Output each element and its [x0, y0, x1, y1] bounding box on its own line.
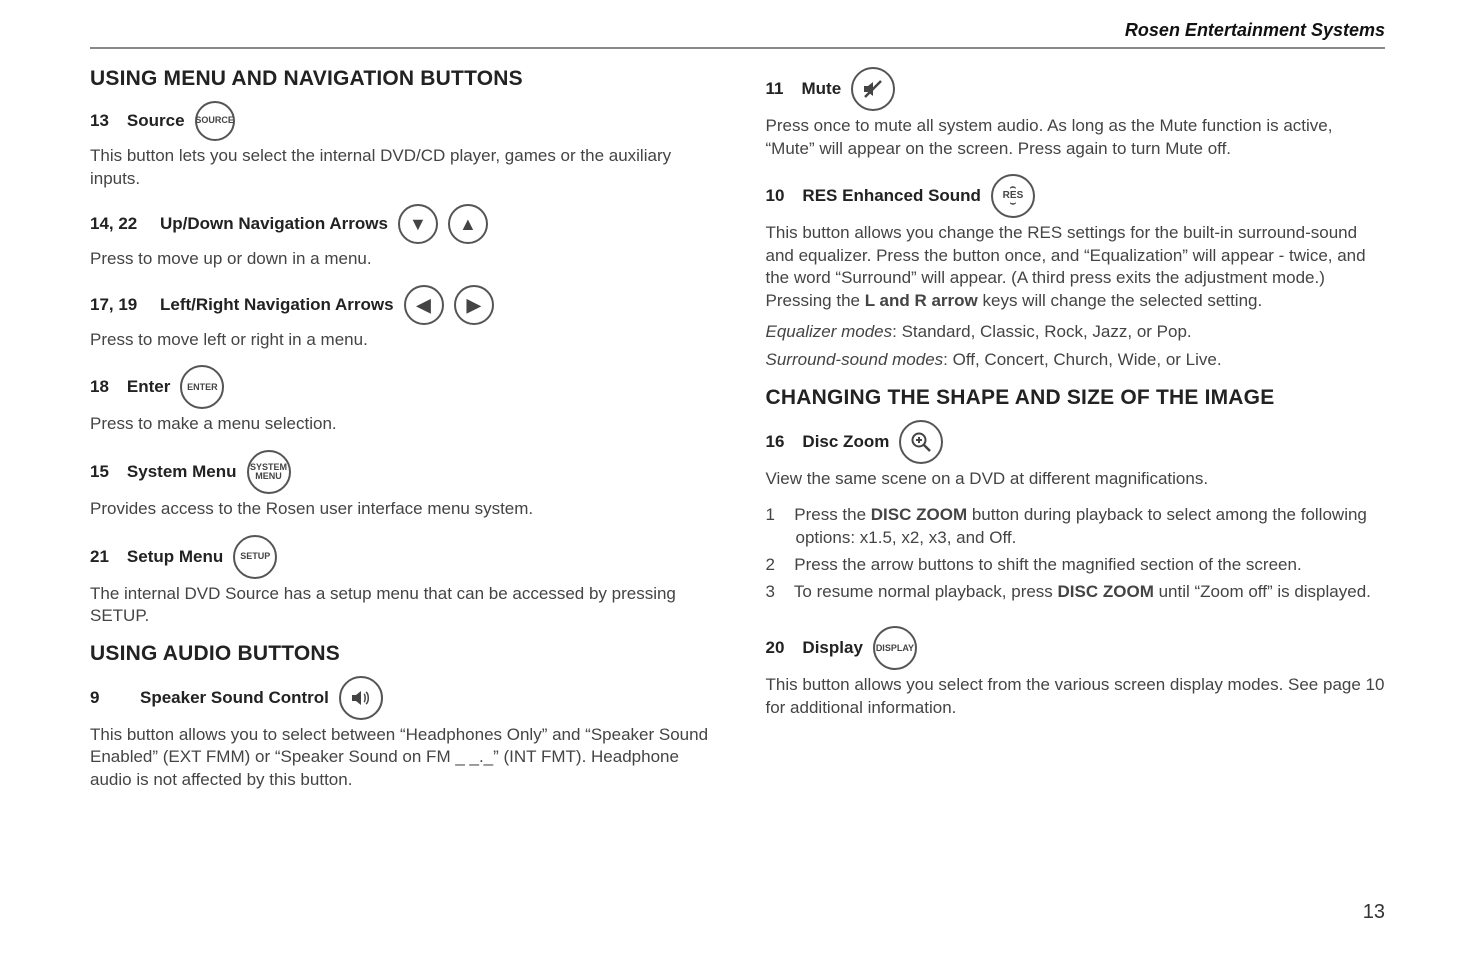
item-enter: 18 Enter ENTER [90, 365, 710, 409]
speaker-icon [349, 686, 373, 710]
magnify-plus-icon [909, 430, 933, 454]
display-button-icon: DISPLAY [873, 626, 917, 670]
item-title: Up/Down Navigation Arrows [160, 214, 388, 234]
left-column: USING MENU AND NAVIGATION BUTTONS 13 Sou… [90, 61, 710, 806]
item-number: 17, 19 [90, 295, 142, 315]
disc-zoom-icon [899, 420, 943, 464]
item-title: Enter [127, 377, 170, 397]
item-body: This button allows you select from the v… [766, 674, 1386, 719]
item-display: 20 Display DISPLAY [766, 626, 1386, 670]
item-title: RES Enhanced Sound [802, 186, 981, 206]
item-system-menu: 15 System Menu SYSTEMMENU [90, 450, 710, 494]
list-item: 3 To resume normal playback, press DISC … [766, 581, 1386, 604]
item-title: Setup Menu [127, 547, 223, 567]
item-leftright: 17, 19 Left/Right Navigation Arrows ◀ ▶ [90, 285, 710, 325]
res-button-icon: ⌢ RES ⌣ [991, 174, 1035, 218]
item-title: Disc Zoom [802, 432, 889, 452]
equalizer-modes-line: Equalizer modes: Standard, Classic, Rock… [766, 321, 1386, 344]
page-number: 13 [1363, 901, 1385, 924]
system-menu-button-icon: SYSTEMMENU [247, 450, 291, 494]
item-number: 14, 22 [90, 214, 142, 234]
item-disc-zoom: 16 Disc Zoom [766, 420, 1386, 464]
item-number: 13 [90, 111, 109, 131]
mute-button-icon [851, 67, 895, 111]
item-body: This button allows you to select between… [90, 724, 710, 792]
item-mute: 11 Mute [766, 67, 1386, 111]
heading-shape-size: CHANGING THE SHAPE AND SIZE OF THE IMAGE [766, 386, 1386, 410]
two-column-layout: USING MENU AND NAVIGATION BUTTONS 13 Sou… [90, 61, 1385, 806]
item-body: This button lets you select the internal… [90, 145, 710, 190]
list-item: 1 Press the DISC ZOOM button during play… [766, 504, 1386, 550]
item-body: Press once to mute all system audio. As … [766, 115, 1386, 160]
heading-menu-nav: USING MENU AND NAVIGATION BUTTONS [90, 67, 710, 91]
item-body: Press to make a menu selection. [90, 413, 710, 436]
item-updown: 14, 22 Up/Down Navigation Arrows ▼ ▲ [90, 204, 710, 244]
item-number: 15 [90, 462, 109, 482]
list-item: 2 Press the arrow buttons to shift the m… [766, 554, 1386, 577]
item-body: The internal DVD Source has a setup menu… [90, 583, 710, 628]
item-body: Provides access to the Rosen user interf… [90, 498, 710, 521]
item-number: 20 [766, 638, 785, 658]
item-body: Press to move left or right in a menu. [90, 329, 710, 352]
setup-button-icon: SETUP [233, 535, 277, 579]
item-title: System Menu [127, 462, 237, 482]
zoom-steps-list: 1 Press the DISC ZOOM button during play… [766, 504, 1386, 604]
item-number: 18 [90, 377, 109, 397]
left-arrow-icon: ◀ [404, 285, 444, 325]
down-arrow-icon: ▼ [398, 204, 438, 244]
header-divider [90, 47, 1385, 49]
item-number: 11 [766, 79, 784, 99]
item-res-enhanced: 10 RES Enhanced Sound ⌢ RES ⌣ [766, 174, 1386, 218]
item-number: 10 [766, 186, 785, 206]
item-body: View the same scene on a DVD at differen… [766, 468, 1386, 491]
item-title: Speaker Sound Control [140, 688, 329, 708]
item-title: Left/Right Navigation Arrows [160, 295, 394, 315]
item-speaker-sound: 9 Speaker Sound Control [90, 676, 710, 720]
right-arrow-icon: ▶ [454, 285, 494, 325]
item-source: 13 Source SOURCE [90, 101, 710, 141]
right-column: 11 Mute Press once to mute all system au… [766, 61, 1386, 806]
item-number: 21 [90, 547, 109, 567]
enter-button-icon: ENTER [180, 365, 224, 409]
item-number: 9 [90, 688, 104, 708]
source-button-icon: SOURCE [195, 101, 235, 141]
item-title: Mute [802, 79, 842, 99]
heading-audio-buttons: USING AUDIO BUTTONS [90, 642, 710, 666]
up-arrow-icon: ▲ [448, 204, 488, 244]
item-title: Source [127, 111, 185, 131]
item-body: Press to move up or down in a menu. [90, 248, 710, 271]
item-title: Display [802, 638, 862, 658]
surround-modes-line: Surround-sound modes: Off, Concert, Chur… [766, 349, 1386, 372]
mute-icon [861, 77, 885, 101]
brand-header: Rosen Entertainment Systems [90, 20, 1385, 41]
item-setup-menu: 21 Setup Menu SETUP [90, 535, 710, 579]
document-page: Rosen Entertainment Systems USING MENU A… [0, 0, 1475, 954]
speaker-sound-icon [339, 676, 383, 720]
item-body: This button allows you change the RES se… [766, 222, 1386, 312]
item-number: 16 [766, 432, 785, 452]
